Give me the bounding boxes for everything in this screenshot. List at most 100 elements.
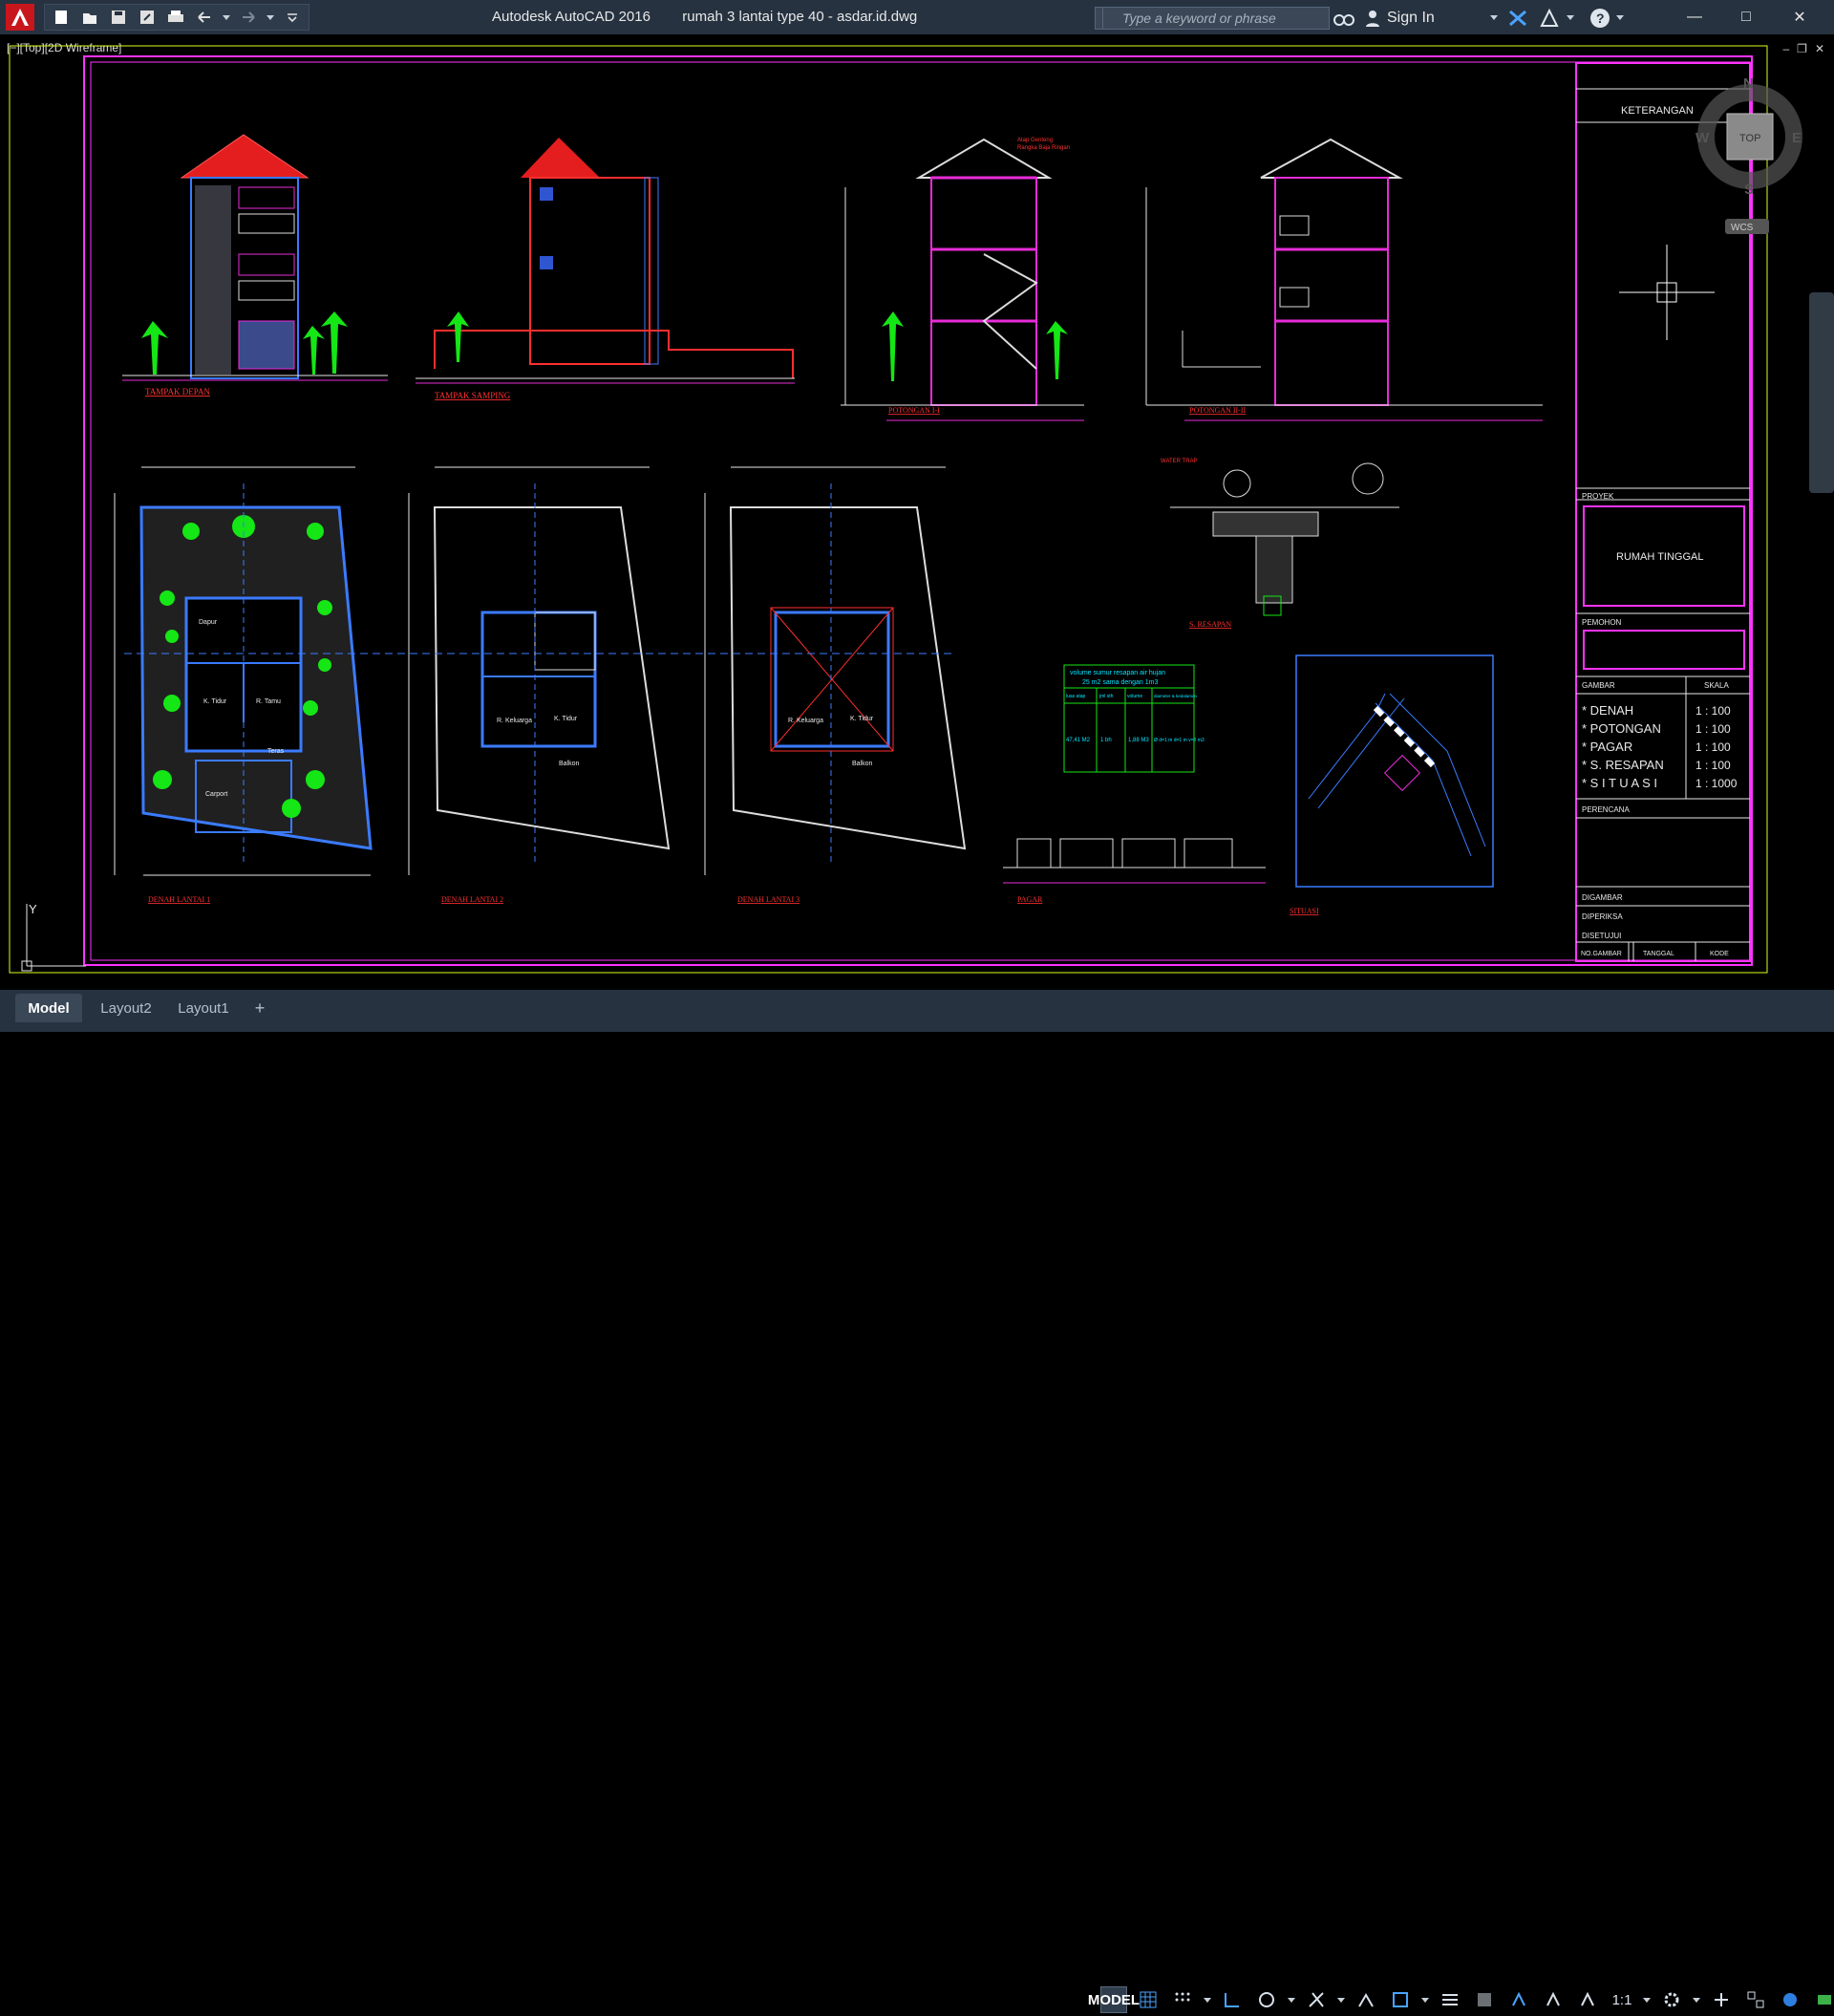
room-label-balkon-3: Balkon <box>852 761 873 767</box>
tab-layout1[interactable]: Layout1 <box>168 994 239 1022</box>
hardware-acceleration-icon[interactable] <box>1811 1986 1834 2013</box>
viewcube-top-face[interactable]: TOP <box>1739 133 1760 144</box>
status-bar: MODEL 1:1 <box>1088 1984 1834 2016</box>
compass-east[interactable]: E <box>1792 130 1802 146</box>
tb-row-denah: * DENAH <box>1582 703 1633 718</box>
compass-south[interactable]: S <box>1744 182 1754 198</box>
workspace-gear-icon[interactable] <box>1658 1986 1685 2013</box>
binoculars-icon[interactable] <box>1333 9 1354 32</box>
tb-gambar-label: GAMBAR <box>1582 681 1615 690</box>
label-situasi: SITUASI <box>1290 907 1319 915</box>
label-denah-lantai-3: DENAH LANTAI 3 <box>737 895 800 904</box>
save-as-icon[interactable] <box>137 7 158 28</box>
annotate-plus-icon[interactable] <box>1708 1986 1735 2013</box>
auto-scale-icon[interactable] <box>1574 1986 1601 2013</box>
situasi-drawing <box>1295 654 1494 888</box>
object-snap-tracking-icon[interactable] <box>1353 1986 1379 2013</box>
model-space-viewport[interactable]: [−][Top][2D Wireframe] – ❐ ✕ TAMPAK DEPA… <box>0 34 1834 990</box>
isodraft-dropdown-icon[interactable] <box>1337 1997 1345 2003</box>
room-label-teras: Teras <box>267 748 285 755</box>
search-input[interactable]: Type a keyword or phrase <box>1102 7 1330 30</box>
water-trap-note: WATER TRAP <box>1161 459 1198 464</box>
isodraft-icon[interactable] <box>1303 1986 1330 2013</box>
tb-row-situasi: * S I T U A S I <box>1582 776 1657 790</box>
redo-icon[interactable] <box>238 7 259 28</box>
label-tampak-depan: TAMPAK DEPAN <box>145 387 210 397</box>
open-file-icon[interactable] <box>79 7 100 28</box>
navigation-bar[interactable] <box>1809 292 1834 493</box>
stay-connected-icon[interactable] <box>1538 8 1561 32</box>
resapan-detail-drawing <box>1170 462 1399 616</box>
new-file-icon[interactable] <box>51 7 72 28</box>
tb-row-potongan-scale: 1 : 100 <box>1695 722 1731 736</box>
tb-skala-label: SKALA <box>1704 681 1729 690</box>
floor-plan-2-drawing <box>408 466 671 875</box>
redo-dropdown-icon[interactable] <box>267 14 274 20</box>
resapan-td-luas: 47,41 M2 <box>1066 738 1091 743</box>
file-name: rumah 3 lantai type 40 - asdar.id.dwg <box>682 9 918 25</box>
exchange-apps-icon[interactable] <box>1507 9 1528 32</box>
tb-row-potongan: * POTONGAN <box>1582 721 1661 736</box>
stay-connected-dropdown-icon[interactable] <box>1567 15 1574 20</box>
tb-row-resapan-scale: 1 : 100 <box>1695 759 1731 772</box>
compass-north[interactable]: N <box>1743 75 1754 92</box>
maximize-button[interactable]: □ <box>1719 0 1773 34</box>
undo-dropdown-icon[interactable] <box>223 14 230 20</box>
workspace-dropdown-icon[interactable] <box>1693 1997 1700 2003</box>
tab-model[interactable]: Model <box>15 994 82 1022</box>
drawing-canvas: TAMPAK DEPAN TAMPAK SAMPING Atap Genteng… <box>9 45 1802 974</box>
print-icon[interactable] <box>165 7 186 28</box>
compass-west[interactable]: W <box>1695 130 1710 146</box>
close-button[interactable]: ✕ <box>1773 0 1826 34</box>
help-icon[interactable]: ? <box>1589 8 1610 33</box>
autocad-logo-icon[interactable] <box>0 0 40 34</box>
ortho-icon[interactable] <box>1219 1986 1246 2013</box>
layout-tab-bar: Model Layout2 Layout1 + MODEL 1:1 <box>0 990 1834 2013</box>
user-icon[interactable] <box>1364 9 1381 32</box>
save-icon[interactable] <box>108 7 129 28</box>
model-space-button[interactable]: MODEL <box>1088 1986 1140 2013</box>
tb-row-resapan: * S. RESAPAN <box>1582 758 1664 772</box>
isolate-objects-icon[interactable] <box>1777 1986 1803 2013</box>
add-layout-button[interactable]: + <box>245 994 275 1022</box>
lineweight-icon[interactable] <box>1437 1986 1463 2013</box>
svg-text:?: ? <box>1596 11 1605 26</box>
tb-digambar-label: DIGAMBAR <box>1582 893 1623 902</box>
title-bar: Autodesk AutoCAD 2016 rumah 3 lantai typ… <box>0 0 1834 34</box>
label-potongan-1: POTONGAN I-I <box>888 406 940 415</box>
floor-plan-1-drawing <box>114 466 373 876</box>
snap-icon[interactable] <box>1169 1986 1196 2013</box>
help-dropdown-icon[interactable] <box>1616 15 1624 20</box>
object-snap-icon[interactable] <box>1387 1986 1414 2013</box>
annotation-monitor-icon[interactable] <box>1505 1986 1532 2013</box>
customize-qat-icon[interactable] <box>282 7 303 28</box>
annotation-scale-dropdown-icon[interactable] <box>1643 1997 1651 2003</box>
wcs-label: WCS <box>1731 223 1754 233</box>
window-title: Autodesk AutoCAD 2016 rumah 3 lantai typ… <box>492 9 917 25</box>
undo-icon[interactable] <box>194 7 215 28</box>
units-icon[interactable] <box>1742 1986 1769 2013</box>
annotation-scale-button[interactable]: 1:1 <box>1609 1986 1635 2013</box>
transparency-icon[interactable] <box>1471 1986 1498 2013</box>
object-snap-dropdown-icon[interactable] <box>1421 1997 1429 2003</box>
ucs-y-label: Y <box>29 902 37 916</box>
resapan-th-volume: volume <box>1127 694 1142 699</box>
resapan-th-diameter: diameter & kedalaman <box>1154 694 1198 698</box>
minimize-button[interactable]: — <box>1668 0 1721 34</box>
annotation-visibility-icon[interactable] <box>1540 1986 1567 2013</box>
title-block <box>1575 62 1751 962</box>
room-label-balkon-2: Balkon <box>559 761 580 767</box>
side-elevation-drawing <box>416 138 795 384</box>
sign-in-link[interactable]: Sign In <box>1387 10 1435 27</box>
tb-perencana-label: PERENCANA <box>1582 805 1630 814</box>
grid-icon[interactable] <box>1135 1986 1162 2013</box>
tab-layout2[interactable]: Layout2 <box>88 994 164 1022</box>
sign-in-dropdown-icon[interactable] <box>1490 15 1498 20</box>
snap-dropdown-icon[interactable] <box>1204 1997 1211 2003</box>
polar-dropdown-icon[interactable] <box>1288 1997 1295 2003</box>
label-tampak-samping: TAMPAK SAMPING <box>435 391 511 400</box>
polar-tracking-icon[interactable] <box>1253 1986 1280 2013</box>
tb-no-gambar-label: NO.GAMBAR <box>1581 951 1622 957</box>
front-elevation-drawing <box>122 134 388 381</box>
tb-row-situasi-scale: 1 : 1000 <box>1695 777 1738 790</box>
